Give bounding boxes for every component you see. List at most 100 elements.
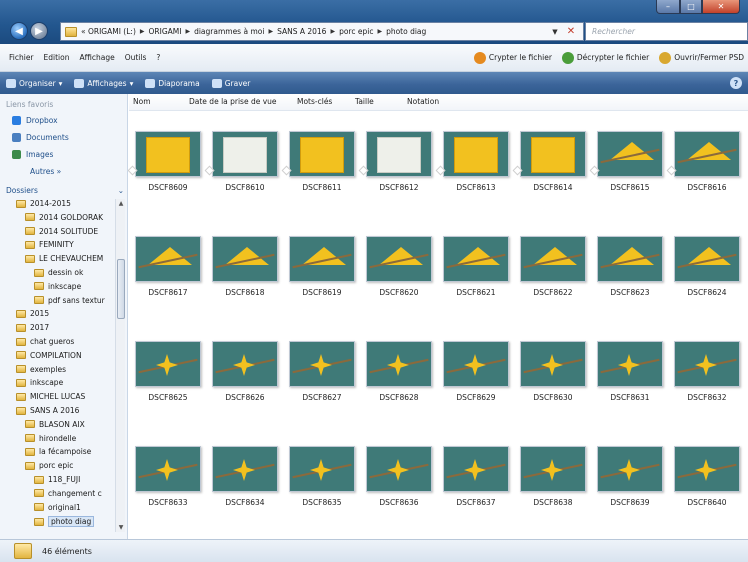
file-thumbnail[interactable]: DSCF8611 xyxy=(281,131,355,192)
folders-header[interactable]: Dossiers ⌄ xyxy=(6,186,124,195)
maximize-button[interactable]: □ xyxy=(680,0,702,14)
menu-item[interactable]: Outils xyxy=(120,53,152,62)
tree-item[interactable]: hirondelle xyxy=(25,434,76,443)
file-thumbnail[interactable]: DSCF8619 xyxy=(289,236,355,297)
file-thumbnail[interactable]: DSCF8640 xyxy=(674,446,740,507)
file-thumbnail[interactable]: DSCF8635 xyxy=(289,446,355,507)
toolbar-button-label: Affichages xyxy=(87,78,127,88)
stop-button[interactable]: ✕ xyxy=(562,24,580,39)
breadcrumb-item[interactable]: « ORIGAMI (L:) xyxy=(81,27,136,36)
file-name: DSCF8625 xyxy=(148,393,188,402)
file-thumbnail[interactable]: DSCF8613 xyxy=(435,131,509,192)
tree-item[interactable]: 2015 xyxy=(16,309,49,318)
tree-item[interactable]: LE CHEVAUCHEM xyxy=(25,254,103,263)
tree-item[interactable]: chat gueros xyxy=(16,337,74,346)
tree-item[interactable]: la fécampoise xyxy=(25,447,91,456)
tree-item[interactable]: original1 xyxy=(34,503,81,512)
tree-item[interactable]: exemples xyxy=(16,365,66,374)
tree-item[interactable]: MICHEL LUCAS xyxy=(16,392,85,401)
file-thumbnail[interactable]: DSCF8617 xyxy=(135,236,201,297)
favorite-link[interactable]: Images xyxy=(12,150,53,159)
tree-item[interactable]: BLASON AIX xyxy=(25,420,85,429)
file-thumbnail[interactable]: DSCF8620 xyxy=(366,236,432,297)
column-header[interactable]: Date de la prise de vue xyxy=(189,97,277,106)
help-icon[interactable]: ? xyxy=(730,77,742,89)
menu-item[interactable]: ? xyxy=(151,53,165,62)
file-thumbnail[interactable]: DSCF8634 xyxy=(212,446,278,507)
column-header[interactable]: Nom xyxy=(133,97,151,106)
tree-item[interactable]: inkscape xyxy=(34,282,81,291)
file-thumbnail[interactable]: DSCF8609 xyxy=(127,131,201,192)
file-thumbnail[interactable]: DSCF8618 xyxy=(212,236,278,297)
file-thumbnail[interactable]: DSCF8628 xyxy=(366,341,432,402)
minimize-button[interactable]: – xyxy=(656,0,680,14)
file-thumbnail[interactable]: DSCF8629 xyxy=(443,341,509,402)
file-thumbnail[interactable]: DSCF8625 xyxy=(135,341,201,402)
menu-action[interactable]: Décrypter le fichier xyxy=(561,51,649,64)
file-thumbnail[interactable]: DSCF8636 xyxy=(366,446,432,507)
tree-item[interactable]: 2017 xyxy=(16,323,49,332)
tree-item[interactable]: SANS A 2016 xyxy=(16,406,79,415)
tree-item[interactable]: porc epic xyxy=(25,461,73,470)
breadcrumb-item[interactable]: diagrammes à moi xyxy=(194,27,264,36)
breadcrumb-item[interactable]: photo diag xyxy=(386,27,426,36)
menu-item[interactable]: Edition xyxy=(39,53,75,62)
tree-item[interactable]: 118_FUJI xyxy=(34,475,80,484)
tree-item[interactable]: FEMINITY xyxy=(25,240,74,249)
tree-item[interactable]: dessin ok xyxy=(34,268,83,277)
folder-tree-scrollbar[interactable]: ▲ ▼ xyxy=(115,199,125,532)
tree-item[interactable]: 2014-2015 xyxy=(16,199,71,208)
tree-item[interactable]: COMPILATION xyxy=(16,351,82,360)
toolbar-button[interactable]: Graver xyxy=(211,78,250,88)
file-thumbnail[interactable]: DSCF8612 xyxy=(358,131,432,192)
file-thumbnail[interactable]: DSCF8622 xyxy=(520,236,586,297)
tree-item[interactable]: changement c xyxy=(34,489,102,498)
file-thumbnail[interactable]: DSCF8633 xyxy=(135,446,201,507)
file-thumbnail[interactable]: DSCF8630 xyxy=(520,341,586,402)
address-bar[interactable]: « ORIGAMI (L:) ▶ ORIGAMI ▶ diagrammes à moi ▶… xyxy=(60,22,584,41)
file-thumbnail[interactable]: DSCF8627 xyxy=(289,341,355,402)
file-thumbnail[interactable]: DSCF8632 xyxy=(674,341,740,402)
file-thumbnail[interactable]: DSCF8610 xyxy=(204,131,278,192)
tree-item[interactable]: photo diag xyxy=(34,516,95,528)
file-thumbnail[interactable]: DSCF8639 xyxy=(597,446,663,507)
file-thumbnail[interactable]: DSCF8616 xyxy=(666,131,740,192)
scroll-thumb[interactable] xyxy=(117,259,125,319)
file-thumbnail[interactable]: DSCF8637 xyxy=(443,446,509,507)
file-thumbnail[interactable]: DSCF8638 xyxy=(520,446,586,507)
breadcrumb-item[interactable]: SANS A 2016 xyxy=(277,27,326,36)
scroll-up-icon[interactable]: ▲ xyxy=(116,200,126,207)
tree-item[interactable]: 2014 SOLITUDE xyxy=(25,227,98,236)
favorite-link[interactable]: Documents xyxy=(12,133,69,142)
scroll-down-icon[interactable]: ▼ xyxy=(116,524,126,531)
file-thumbnail[interactable]: DSCF8626 xyxy=(212,341,278,402)
menu-item[interactable]: Fichier xyxy=(4,53,39,62)
breadcrumb-item[interactable]: porc epic xyxy=(339,27,373,36)
address-dropdown-button[interactable]: ▼ xyxy=(548,24,562,39)
toolbar-button[interactable]: Affichages ▾ xyxy=(74,78,133,88)
file-thumbnail[interactable]: DSCF8614 xyxy=(512,131,586,192)
tree-item[interactable]: inkscape xyxy=(16,378,63,387)
tree-item[interactable]: pdf sans textur xyxy=(34,296,105,305)
file-thumbnail[interactable]: DSCF8623 xyxy=(597,236,663,297)
search-input[interactable]: Rechercher xyxy=(585,22,748,41)
menu-action[interactable]: Crypter le fichier xyxy=(473,51,552,64)
column-header[interactable]: Mots-clés xyxy=(297,97,332,106)
column-header[interactable]: Notation xyxy=(407,97,439,106)
menu-action[interactable]: Ouvrir/Fermer PSD xyxy=(659,51,744,64)
favorite-link[interactable]: Dropbox xyxy=(12,116,58,125)
file-thumbnail[interactable]: DSCF8631 xyxy=(597,341,663,402)
file-thumbnail[interactable]: DSCF8621 xyxy=(443,236,509,297)
breadcrumb-item[interactable]: ORIGAMI xyxy=(149,27,182,36)
toolbar-button[interactable]: Diaporama xyxy=(145,78,200,88)
menu-item[interactable]: Affichage xyxy=(74,53,119,62)
file-thumbnail[interactable]: DSCF8624 xyxy=(674,236,740,297)
close-button[interactable]: ✕ xyxy=(702,0,740,14)
toolbar-button[interactable]: Organiser ▾ xyxy=(6,78,62,88)
file-thumbnail[interactable]: DSCF8615 xyxy=(589,131,663,192)
column-header[interactable]: Taille xyxy=(355,97,374,106)
more-favorites-link[interactable]: Autres » xyxy=(30,167,61,176)
tree-item[interactable]: 2014 GOLDORAK xyxy=(25,213,103,222)
back-button[interactable]: ◀ xyxy=(10,22,28,40)
forward-button[interactable]: ▶ xyxy=(30,22,48,40)
